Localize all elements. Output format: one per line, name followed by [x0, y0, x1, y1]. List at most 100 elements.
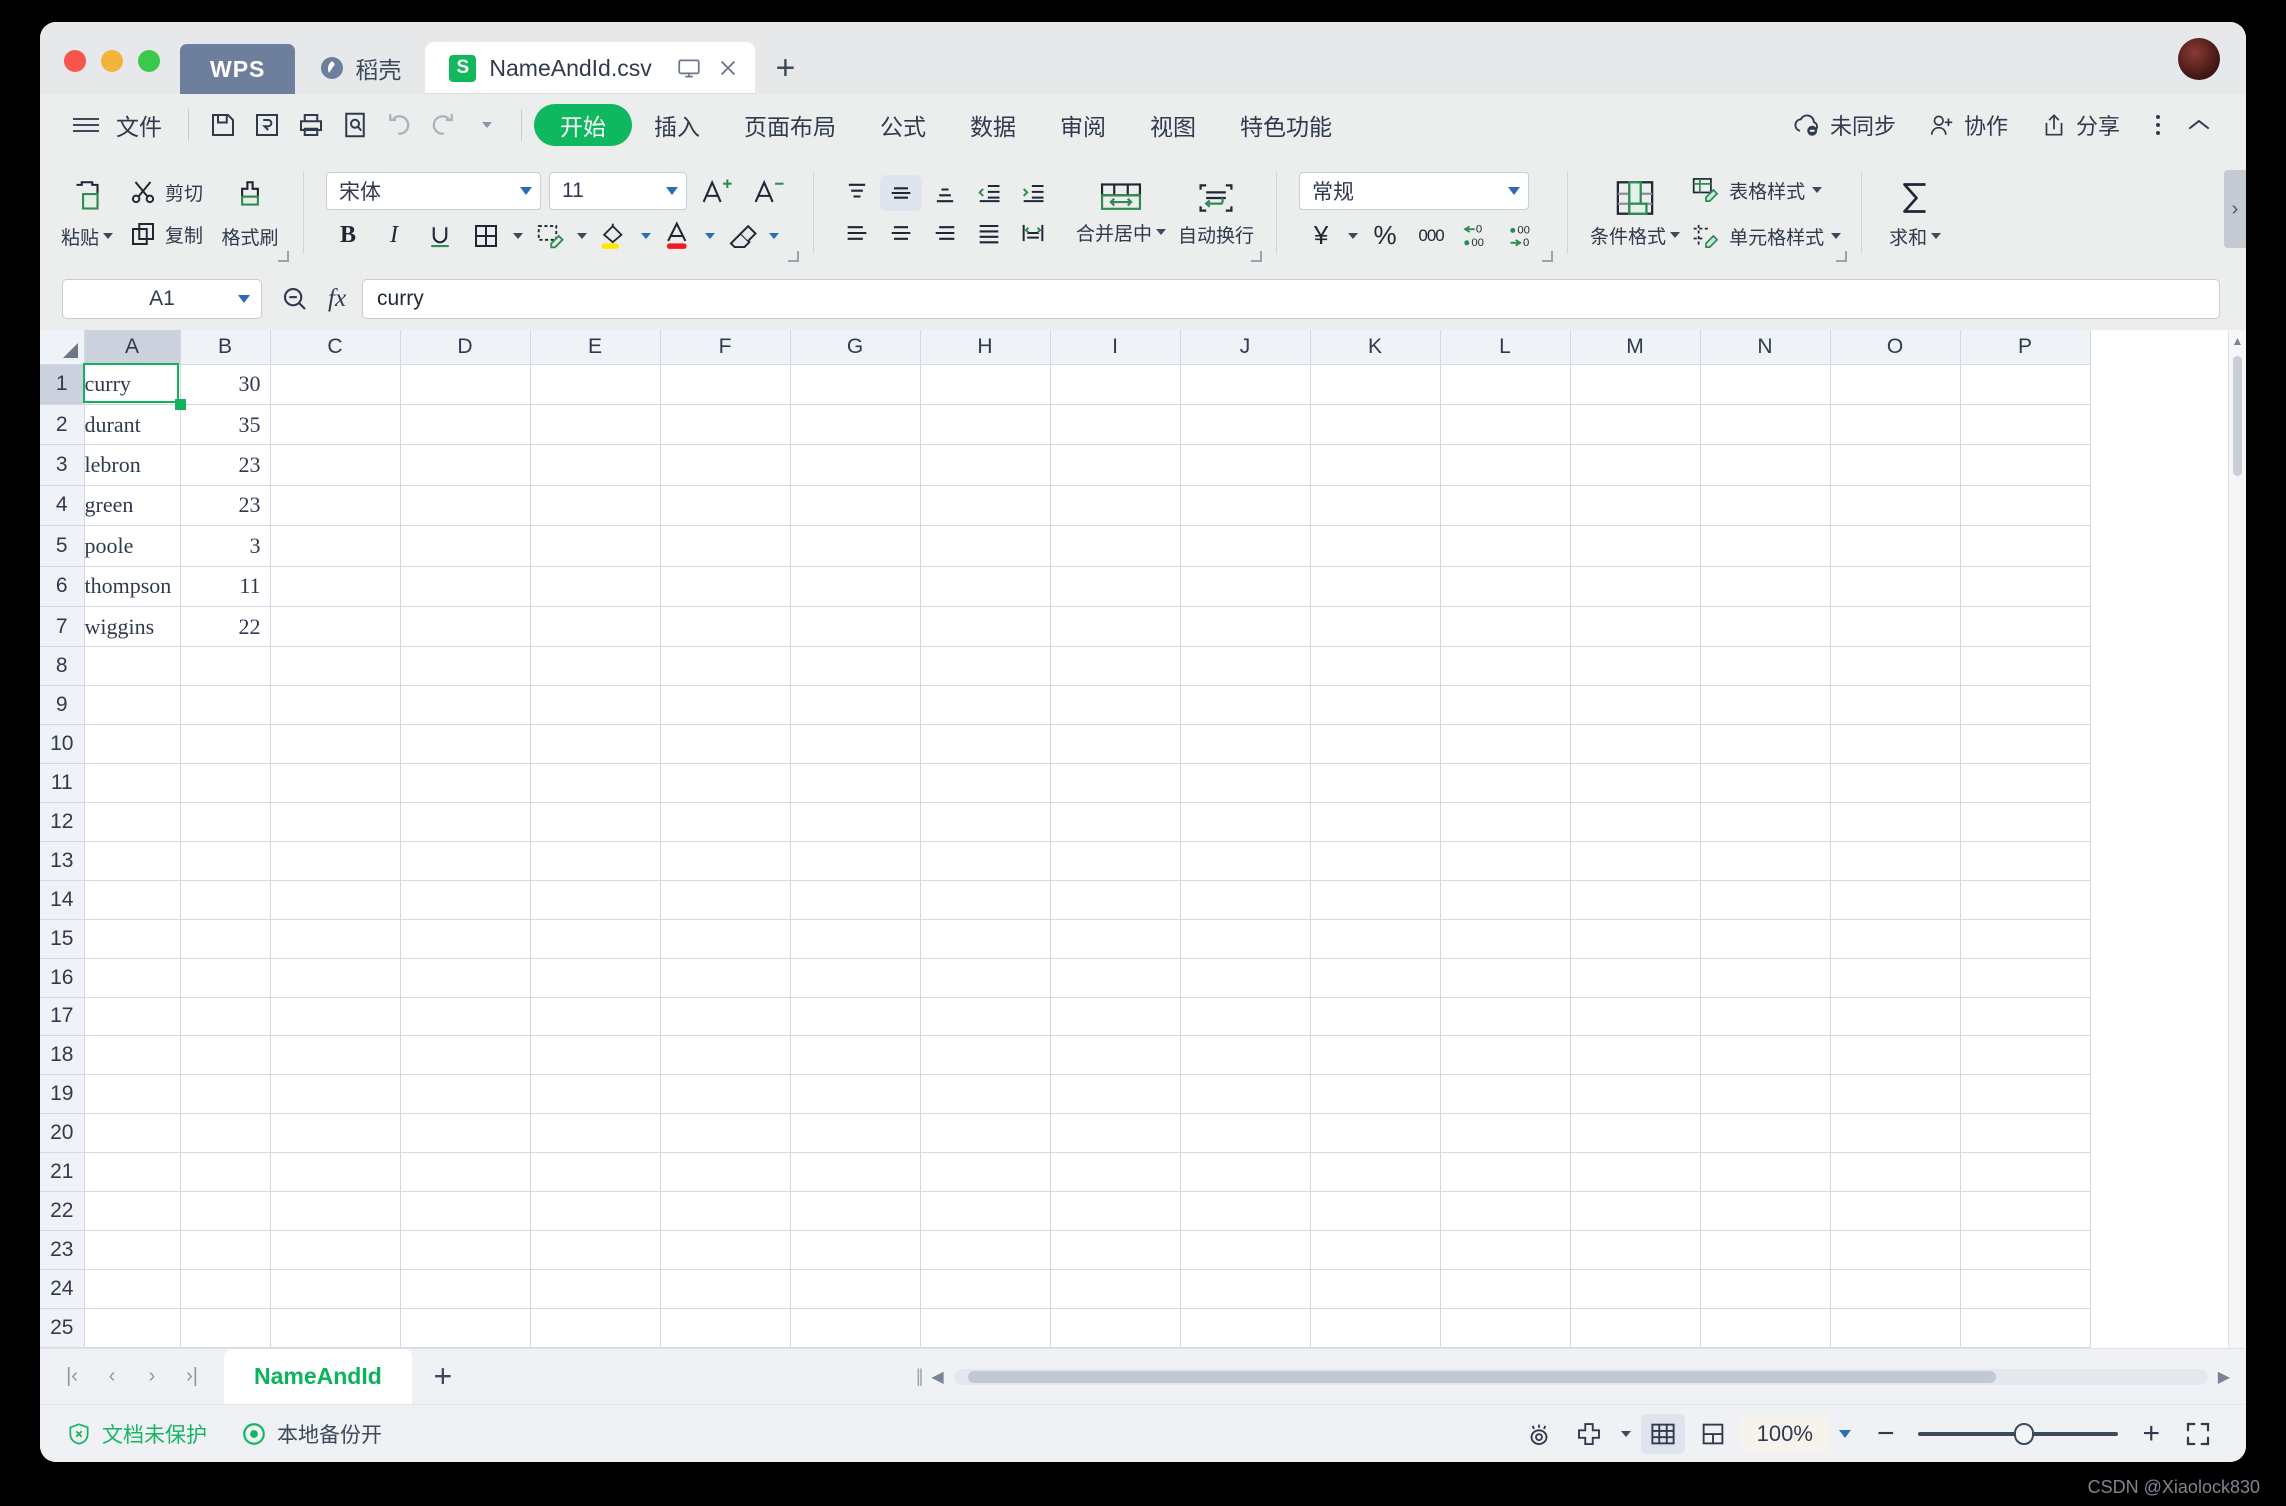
cell-J4[interactable] — [1180, 485, 1311, 527]
cell-L6[interactable] — [1440, 566, 1571, 607]
cell-K4[interactable] — [1310, 485, 1441, 527]
cell-B19[interactable] — [180, 1074, 271, 1115]
cell-N8[interactable] — [1700, 646, 1831, 687]
cell-I12[interactable] — [1050, 802, 1181, 842]
cell-K6[interactable] — [1310, 566, 1441, 607]
cell-D9[interactable] — [400, 685, 531, 726]
cell-A10[interactable] — [84, 724, 181, 765]
view-normal-button[interactable] — [1640, 1413, 1685, 1454]
cell-E21[interactable] — [530, 1152, 661, 1193]
column-header-m[interactable]: M — [1570, 330, 1701, 365]
cell-I16[interactable] — [1050, 958, 1181, 998]
cell-L3[interactable] — [1440, 444, 1571, 486]
cell-D21[interactable] — [400, 1152, 531, 1193]
cell-C11[interactable] — [270, 763, 401, 803]
cell-K15[interactable] — [1310, 919, 1441, 959]
cell-M14[interactable] — [1570, 880, 1701, 920]
zoom-level-label[interactable]: 100% — [1740, 1414, 1829, 1453]
cell-B13[interactable] — [180, 841, 271, 881]
cell-F22[interactable] — [660, 1191, 791, 1231]
font-dialog-launcher[interactable] — [788, 251, 800, 262]
cell-H4[interactable] — [920, 485, 1051, 527]
prev-sheet-icon[interactable]: ‹ — [94, 1359, 130, 1395]
row-header-24[interactable]: 24 — [40, 1269, 85, 1309]
column-header-a[interactable]: A — [84, 330, 181, 365]
cell-L4[interactable] — [1440, 485, 1571, 527]
cell-N24[interactable] — [1700, 1269, 1831, 1309]
cell-C5[interactable] — [270, 525, 401, 567]
cell-B7[interactable]: 22 — [180, 606, 271, 648]
cell-K18[interactable] — [1310, 1035, 1441, 1076]
row-header-5[interactable]: 5 — [40, 525, 85, 567]
cell-J22[interactable] — [1180, 1191, 1311, 1231]
cell-H2[interactable] — [920, 404, 1051, 446]
cell-J17[interactable] — [1180, 997, 1311, 1037]
cell-P2[interactable] — [1960, 404, 2091, 446]
tab-wps-home[interactable]: WPS — [180, 44, 296, 94]
cell-J10[interactable] — [1180, 724, 1311, 765]
cell-D14[interactable] — [400, 880, 531, 920]
cell-F7[interactable] — [660, 606, 791, 648]
cell-C7[interactable] — [270, 606, 401, 648]
clear-format-eraser-button[interactable] — [720, 217, 764, 255]
cell-M5[interactable] — [1570, 525, 1701, 567]
row-header-2[interactable]: 2 — [40, 404, 85, 446]
cell-P10[interactable] — [1960, 724, 2091, 765]
cell-B11[interactable] — [180, 763, 271, 803]
zoom-slider[interactable] — [1918, 1422, 2119, 1445]
cell-P3[interactable] — [1960, 444, 2091, 486]
table-row[interactable]: 12 — [40, 802, 2091, 842]
cell-D20[interactable] — [400, 1113, 531, 1154]
cell-P14[interactable] — [1960, 880, 2091, 920]
tab-docer[interactable]: 稻壳 — [295, 42, 425, 94]
collaborate-button[interactable]: 协作 — [1914, 104, 2022, 146]
cell-E24[interactable] — [530, 1269, 661, 1309]
cell-P1[interactable] — [1960, 364, 2091, 405]
cell-B8[interactable] — [180, 646, 271, 687]
sync-status-button[interactable]: 未同步 — [1778, 104, 1910, 146]
cell-J11[interactable] — [1180, 763, 1311, 803]
cell-G11[interactable] — [790, 763, 921, 803]
cell-E3[interactable] — [530, 444, 661, 486]
cell-H12[interactable] — [920, 802, 1051, 842]
maximize-window-button[interactable] — [138, 50, 160, 72]
cell-L24[interactable] — [1440, 1269, 1571, 1309]
clear-format-dropdown-icon[interactable] — [766, 217, 782, 255]
cell-B5[interactable]: 3 — [180, 525, 271, 567]
cell-L17[interactable] — [1440, 997, 1571, 1037]
cell-K7[interactable] — [1310, 606, 1441, 648]
cell-H7[interactable] — [920, 606, 1051, 648]
cell-N15[interactable] — [1700, 919, 1831, 959]
borders-dropdown-icon[interactable] — [510, 217, 526, 255]
row-header-23[interactable]: 23 — [40, 1230, 85, 1270]
cell-J7[interactable] — [1180, 606, 1311, 648]
cell-M18[interactable] — [1570, 1035, 1701, 1076]
cell-J5[interactable] — [1180, 525, 1311, 567]
distribute-columns-button[interactable] — [1012, 215, 1054, 251]
table-row[interactable]: 8 — [40, 646, 2091, 687]
column-header-h[interactable]: H — [920, 330, 1051, 365]
cell-H13[interactable] — [920, 841, 1051, 881]
cell-E10[interactable] — [530, 724, 661, 765]
cell-H18[interactable] — [920, 1035, 1051, 1076]
table-row[interactable]: 7 wiggins 22 — [40, 606, 2091, 648]
cell-A13[interactable] — [84, 841, 181, 881]
conditional-format-button[interactable]: 条件格式 — [1584, 178, 1686, 249]
horizontal-scrollbar[interactable] — [953, 1368, 2208, 1385]
cell-J24[interactable] — [1180, 1269, 1311, 1309]
cell-J9[interactable] — [1180, 685, 1311, 726]
cell-E18[interactable] — [530, 1035, 661, 1076]
row-header-18[interactable]: 18 — [40, 1035, 85, 1076]
row-header-10[interactable]: 10 — [40, 724, 85, 765]
zoom-dropdown-icon[interactable] — [1838, 1429, 1851, 1438]
cell-J21[interactable] — [1180, 1152, 1311, 1193]
menu-file[interactable]: 文件 — [110, 108, 176, 142]
cell-style-button[interactable]: 单元格样式 — [1686, 219, 1845, 253]
zoom-out-button[interactable]: − — [1867, 1417, 1905, 1451]
decrease-font-size-button[interactable] — [747, 172, 791, 210]
number-format-select[interactable]: 常规 — [1299, 171, 1530, 210]
cell-G24[interactable] — [790, 1269, 921, 1309]
cell-O9[interactable] — [1830, 685, 1961, 726]
cell-K19[interactable] — [1310, 1074, 1441, 1115]
table-row[interactable]: 22 — [40, 1191, 2091, 1231]
